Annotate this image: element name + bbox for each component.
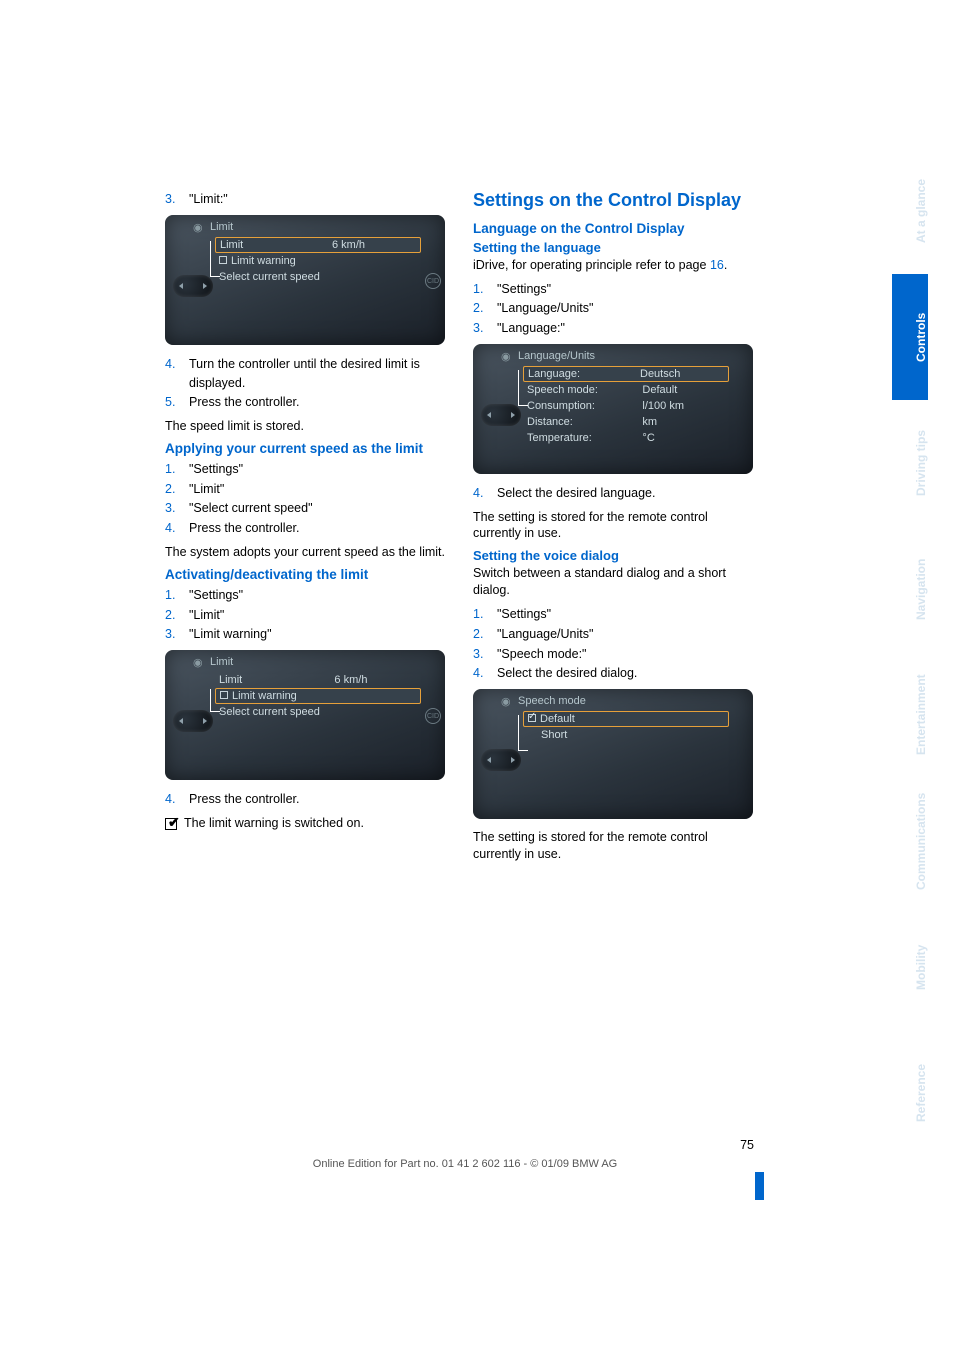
globe-icon: ◉ — [501, 695, 511, 708]
idrive-knob-icon — [173, 275, 213, 297]
page-number: 75 — [740, 1138, 754, 1152]
side-tabs: At a glance Controls Driving tips Naviga… — [892, 148, 954, 1156]
screenshot-speech-mode: ◉ Speech mode Default Short — [473, 689, 753, 819]
globe-icon: ◉ — [501, 350, 511, 363]
left-column: 3. "Limit:" ◉ Limit Limit6 km/h Limit war… — [165, 190, 445, 869]
tab-mobility[interactable]: Mobility — [892, 904, 928, 1030]
page-link-16[interactable]: 16 — [710, 258, 724, 272]
gauge-icon: ◉ — [193, 221, 203, 234]
step-num: 3. — [165, 190, 175, 209]
tab-at-a-glance[interactable]: At a glance — [892, 148, 928, 274]
heading-language-cd: Language on the Control Display — [473, 221, 753, 236]
fig-title: Limit — [210, 221, 233, 233]
checkbox-icon — [219, 256, 227, 264]
cid-icon: CID — [425, 273, 441, 289]
idrive-knob-icon — [173, 710, 213, 732]
cid-icon: CID — [425, 708, 441, 724]
screenshot-limit-1: ◉ Limit Limit6 km/h Limit warning Select… — [165, 215, 445, 345]
tab-controls[interactable]: Controls — [892, 274, 928, 400]
tab-navigation[interactable]: Navigation — [892, 526, 928, 652]
idrive-knob-icon — [481, 749, 521, 771]
page-content: 3. "Limit:" ◉ Limit Limit6 km/h Limit war… — [0, 0, 790, 909]
tab-entertainment[interactable]: Entertainment — [892, 652, 928, 778]
right-column: Settings on the Control Display Language… — [473, 190, 753, 869]
footer-text: Online Edition for Part no. 01 41 2 602 … — [165, 1158, 765, 1170]
heading-settings-control-display: Settings on the Control Display — [473, 190, 753, 211]
heading-activating-limit: Activating/deactivating the limit — [165, 567, 445, 582]
body-text: The speed limit is stored. — [165, 418, 445, 435]
screenshot-language-units: ◉ Language/Units Language:Deutsch Speech… — [473, 344, 753, 474]
heading-voice-dialog: Setting the voice dialog — [473, 548, 753, 563]
idrive-knob-icon — [481, 404, 521, 426]
tab-reference[interactable]: Reference — [892, 1030, 928, 1156]
page-marker — [755, 1172, 764, 1200]
heading-applying-speed: Applying your current speed as the limit — [165, 441, 445, 456]
gauge-icon: ◉ — [193, 656, 203, 669]
checkbox-icon — [220, 691, 228, 699]
checkbox-checked-icon — [165, 816, 181, 830]
screenshot-limit-2: ◉ Limit Limit6 km/h Limit warning Select… — [165, 650, 445, 780]
tab-driving-tips[interactable]: Driving tips — [892, 400, 928, 526]
heading-setting-language: Setting the language — [473, 240, 753, 255]
tab-communications[interactable]: Communications — [892, 778, 928, 904]
step-text: "Limit:" — [189, 192, 228, 206]
check-icon — [528, 714, 536, 722]
